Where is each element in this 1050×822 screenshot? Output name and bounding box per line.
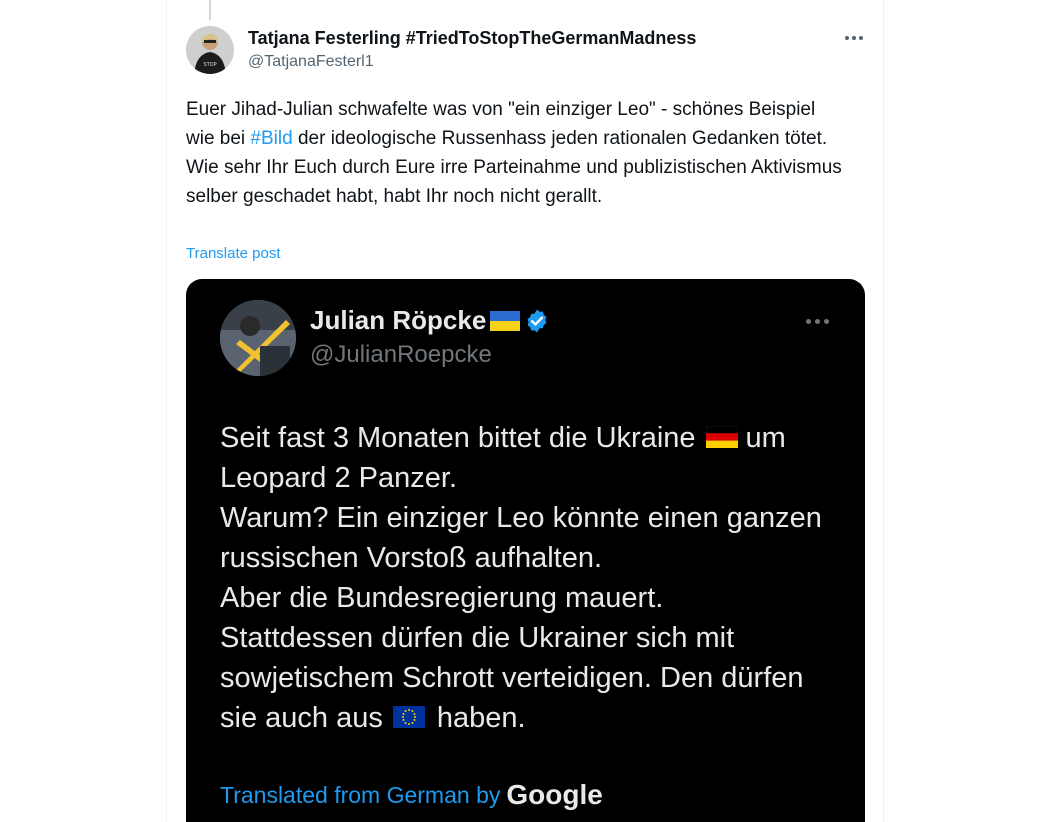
germany-flag-icon <box>705 426 738 449</box>
quoted-post-text: Seit fast 3 Monaten bittet die Ukraine u… <box>220 418 840 738</box>
page: STOP Tatjana Festerling #TriedToStopTheG… <box>0 0 1050 822</box>
quoted-more-icon <box>802 311 832 331</box>
quoted-line-4: russischen Vorstoß aufhalten. <box>220 542 603 574</box>
svg-text:STOP: STOP <box>203 62 216 68</box>
quoted-line-3: Warum? Ein einziger Leo könnte einen gan… <box>220 502 822 534</box>
timeline-column: STOP Tatjana Festerling #TriedToStopTheG… <box>166 0 884 822</box>
quoted-author-name: Julian Röpcke <box>310 305 550 336</box>
quoted-line-6: Stattdessen dürfen die Ukrainer sich mit <box>220 622 735 654</box>
post-media-image[interactable]: Julian Röpcke @JulianRoepcke Seit fast 3… <box>186 279 865 822</box>
quoted-line-1: Seit fast 3 Monaten bittet die Ukraine u… <box>220 422 786 454</box>
quoted-author-name-text: Julian Röpcke <box>310 305 487 335</box>
quoted-author-handle: @JulianRoepcke <box>310 341 492 368</box>
quoted-line-5: Aber die Bundesregierung mauert. <box>220 582 664 614</box>
more-horizontal-icon <box>845 36 849 40</box>
verified-badge-icon <box>527 309 547 332</box>
quoted-line-8: sie auch aus haben. <box>220 702 526 734</box>
quoted-line-2: Leopard 2 Panzer. <box>220 462 458 494</box>
author-avatar[interactable]: STOP <box>186 26 234 74</box>
translate-post-link[interactable]: Translate post <box>186 245 281 262</box>
author-name[interactable]: Tatjana Festerling #TriedToStopTheGerman… <box>248 28 696 49</box>
more-options-button[interactable] <box>837 26 871 50</box>
google-logo-text: Google <box>506 779 603 810</box>
post-text: Euer Jihad-Julian schwafelte was von "ei… <box>186 95 846 211</box>
thread-connector-line <box>209 0 211 20</box>
author-handle[interactable]: @TatjanaFesterl1 <box>248 53 374 71</box>
translated-by-google: Translated from German by Google <box>220 779 603 811</box>
quoted-author-avatar <box>220 300 296 376</box>
quoted-line-7: sowjetischem Schrott verteidigen. Den dü… <box>220 662 804 694</box>
translated-label: Translated from German by <box>220 781 501 808</box>
ukraine-flag-icon <box>490 310 521 331</box>
eu-flag-icon <box>392 706 425 729</box>
hashtag-link[interactable]: #Bild <box>250 128 292 149</box>
